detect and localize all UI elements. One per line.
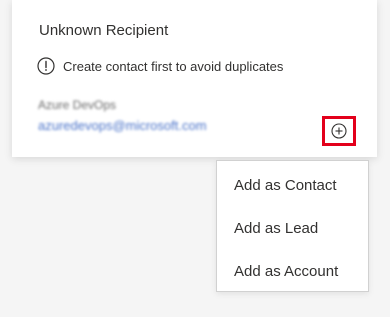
menu-item-add-as-lead[interactable]: Add as Lead [217,206,368,250]
add-as-menu: Add as Contact Add as Lead Add as Accoun… [216,160,369,292]
menu-item-add-as-account[interactable]: Add as Account [217,249,368,293]
warning-text: Create contact first to avoid duplicates [63,58,284,74]
contact-name: Azure DevOps [38,98,117,112]
card-title: Unknown Recipient [39,22,169,39]
warning-row: Create contact first to avoid duplicates [37,57,283,75]
plus-circle-icon [331,123,347,139]
contact-email[interactable]: azuredevops@microsoft.com [38,118,207,133]
info-circle-icon [37,57,55,75]
menu-item-add-as-contact[interactable]: Add as Contact [217,163,368,207]
add-recipient-button[interactable] [322,116,356,146]
